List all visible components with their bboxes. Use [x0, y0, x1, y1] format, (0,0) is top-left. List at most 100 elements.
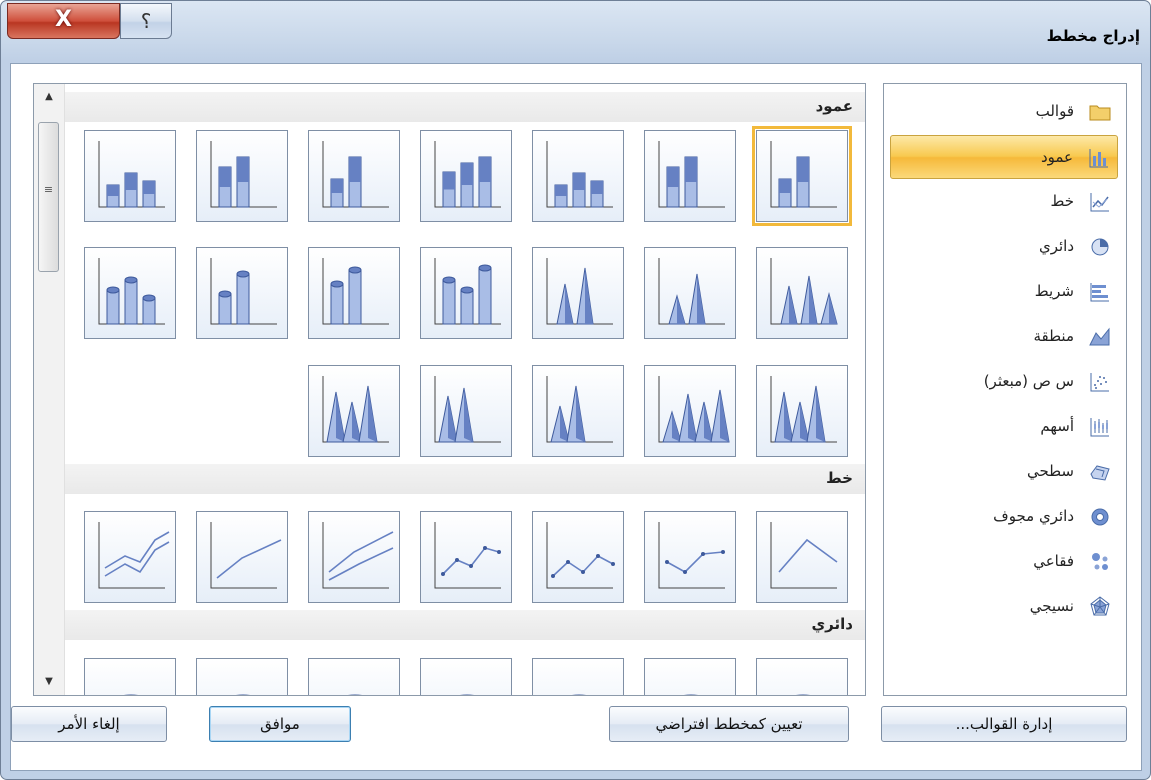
line-subtype-4[interactable]	[420, 511, 512, 603]
close-icon: X	[55, 7, 72, 32]
chart-thumbnail-graphic	[658, 141, 725, 208]
pie-subtype-1[interactable]	[84, 658, 176, 695]
chart-type-item-radar-chart[interactable]: نسيجي	[890, 585, 1118, 629]
chart-type-item-bubble-chart[interactable]: فقاعي	[890, 540, 1118, 584]
column-subtype-6[interactable]	[644, 130, 736, 222]
chart-type-label: قوالب	[1035, 102, 1074, 120]
line-subtype-3[interactable]	[308, 511, 400, 603]
column-subtype-5[interactable]	[532, 130, 624, 222]
chart-type-item-pie-chart[interactable]: دائري	[890, 225, 1118, 269]
chart-type-item-surface-chart[interactable]: سطحي	[890, 450, 1118, 494]
area-chart-icon	[1088, 325, 1112, 349]
pie-chart-icon	[1088, 235, 1112, 259]
chart-thumbnail-graphic	[98, 258, 165, 325]
title-bar: X ؟ إدراج مخطط	[1, 1, 1151, 57]
pie-subtype-3[interactable]	[308, 658, 400, 695]
chart-thumbnail-graphic	[546, 258, 613, 325]
chart-type-list: قوالب عمود خط دائري شريط منطقة س ص (مبعثر) أسهم…	[883, 83, 1127, 696]
chart-type-label: سطحي	[1026, 462, 1074, 480]
cylinder-subtype-3[interactable]	[308, 247, 400, 339]
chart-type-label: دائري مجوف	[993, 507, 1074, 525]
chart-thumbnail-graphic	[546, 376, 613, 443]
chart-thumbnail-graphic	[434, 141, 501, 208]
pie-subtype-7[interactable]	[756, 658, 848, 695]
chart-subtype-gallery: ▲ ≡ ▼ عمود خط دائري	[33, 83, 866, 696]
line-subtype-6[interactable]	[644, 511, 736, 603]
chart-thumbnail-graphic	[210, 258, 277, 325]
pyramid-subtype-7[interactable]	[756, 365, 848, 457]
scroll-thumb[interactable]: ≡	[38, 122, 59, 272]
surface-chart-icon	[1088, 460, 1112, 484]
scatter-chart-icon	[1088, 370, 1112, 394]
chart-type-label: نسيجي	[1029, 597, 1074, 615]
folder-icon	[1088, 100, 1112, 124]
chart-type-label: س ص (مبعثر)	[983, 372, 1074, 390]
chart-thumbnail-graphic	[98, 522, 170, 589]
close-button[interactable]: X	[7, 3, 120, 39]
chart-thumbnail-graphic	[770, 141, 837, 208]
set-default-chart-button[interactable]: تعيين كمخطط افتراضي	[609, 706, 849, 742]
line-subtype-1[interactable]	[84, 511, 176, 603]
line-chart-icon	[1088, 190, 1112, 214]
help-icon: ؟	[140, 9, 152, 33]
chart-type-item-folder[interactable]: قوالب	[890, 90, 1118, 134]
insert-chart-dialog: X ؟ إدراج مخطط قوالب عمود خط دائري شريط منطقة…	[0, 0, 1151, 780]
chart-type-item-bar-chart[interactable]: شريط	[890, 270, 1118, 314]
vertical-scrollbar[interactable]: ▲ ≡ ▼	[34, 84, 65, 695]
ok-button[interactable]: موافق	[209, 706, 351, 742]
pyramid-subtype-5[interactable]	[532, 365, 624, 457]
line-subtype-7[interactable]	[756, 511, 848, 603]
pie-subtype-4[interactable]	[420, 658, 512, 695]
column-subtype-3[interactable]	[308, 130, 400, 222]
chart-type-item-line-chart[interactable]: خط	[890, 180, 1118, 224]
manage-templates-button[interactable]: إدارة القوالب...	[881, 706, 1127, 742]
pie-subtype-5[interactable]	[532, 658, 624, 695]
pyramid-subtype-6[interactable]	[644, 365, 736, 457]
chart-thumbnail-graphic	[98, 141, 165, 208]
chart-thumbnail-graphic	[322, 376, 389, 443]
cylinder-subtype-5[interactable]	[532, 247, 624, 339]
chart-thumbnail-graphic	[210, 522, 282, 589]
cancel-button[interactable]: إلغاء الأمر	[11, 706, 167, 742]
scroll-up-arrow[interactable]: ▲	[34, 86, 64, 108]
chart-type-item-doughnut-chart[interactable]: دائري مجوف	[890, 495, 1118, 539]
pie-subtype-6[interactable]	[644, 658, 736, 695]
chart-type-item-scatter-chart[interactable]: س ص (مبعثر)	[890, 360, 1118, 404]
chart-type-item-area-chart[interactable]: منطقة	[890, 315, 1118, 359]
scroll-down-arrow[interactable]: ▼	[34, 671, 64, 693]
chart-thumbnail-graphic	[322, 258, 389, 325]
chart-type-item-column-chart[interactable]: عمود	[890, 135, 1118, 179]
cylinder-subtype-4[interactable]	[420, 247, 512, 339]
help-button[interactable]: ؟	[120, 3, 172, 39]
chart-type-label: دائري	[1038, 237, 1074, 255]
cylinder-subtype-6[interactable]	[644, 247, 736, 339]
line-subtype-5[interactable]	[532, 511, 624, 603]
chart-thumbnail-graphic	[322, 522, 394, 589]
chart-thumbnail-graphic	[460, 694, 474, 695]
column-subtype-7[interactable]	[752, 126, 852, 226]
pie-subtype-2[interactable]	[196, 658, 288, 695]
chart-thumbnail-graphic	[348, 694, 362, 695]
chart-thumbnail-graphic	[546, 522, 615, 589]
cylinder-subtype-7[interactable]	[756, 247, 848, 339]
line-subtype-2[interactable]	[196, 511, 288, 603]
column-subtype-4[interactable]	[420, 130, 512, 222]
column-subtype-2[interactable]	[196, 130, 288, 222]
chart-thumbnail-graphic	[236, 694, 250, 695]
section-header-pie: دائري	[65, 610, 865, 640]
chart-thumbnail-graphic	[322, 141, 389, 208]
chart-thumbnail-graphic	[658, 522, 725, 589]
chart-thumbnail-graphic	[434, 522, 501, 589]
chart-type-label: خط	[1050, 192, 1074, 210]
pyramid-subtype-4[interactable]	[420, 365, 512, 457]
chart-type-item-stock-chart[interactable]: أسهم	[890, 405, 1118, 449]
cylinder-subtype-2[interactable]	[196, 247, 288, 339]
radar-chart-icon	[1088, 595, 1112, 619]
chart-thumbnail-graphic	[210, 141, 277, 208]
pyramid-subtype-3[interactable]	[308, 365, 400, 457]
cylinder-subtype-1[interactable]	[84, 247, 176, 339]
column-subtype-1[interactable]	[84, 130, 176, 222]
doughnut-chart-icon	[1088, 505, 1112, 529]
chart-type-label: منطقة	[1033, 327, 1075, 345]
chart-type-label: عمود	[1040, 148, 1073, 166]
